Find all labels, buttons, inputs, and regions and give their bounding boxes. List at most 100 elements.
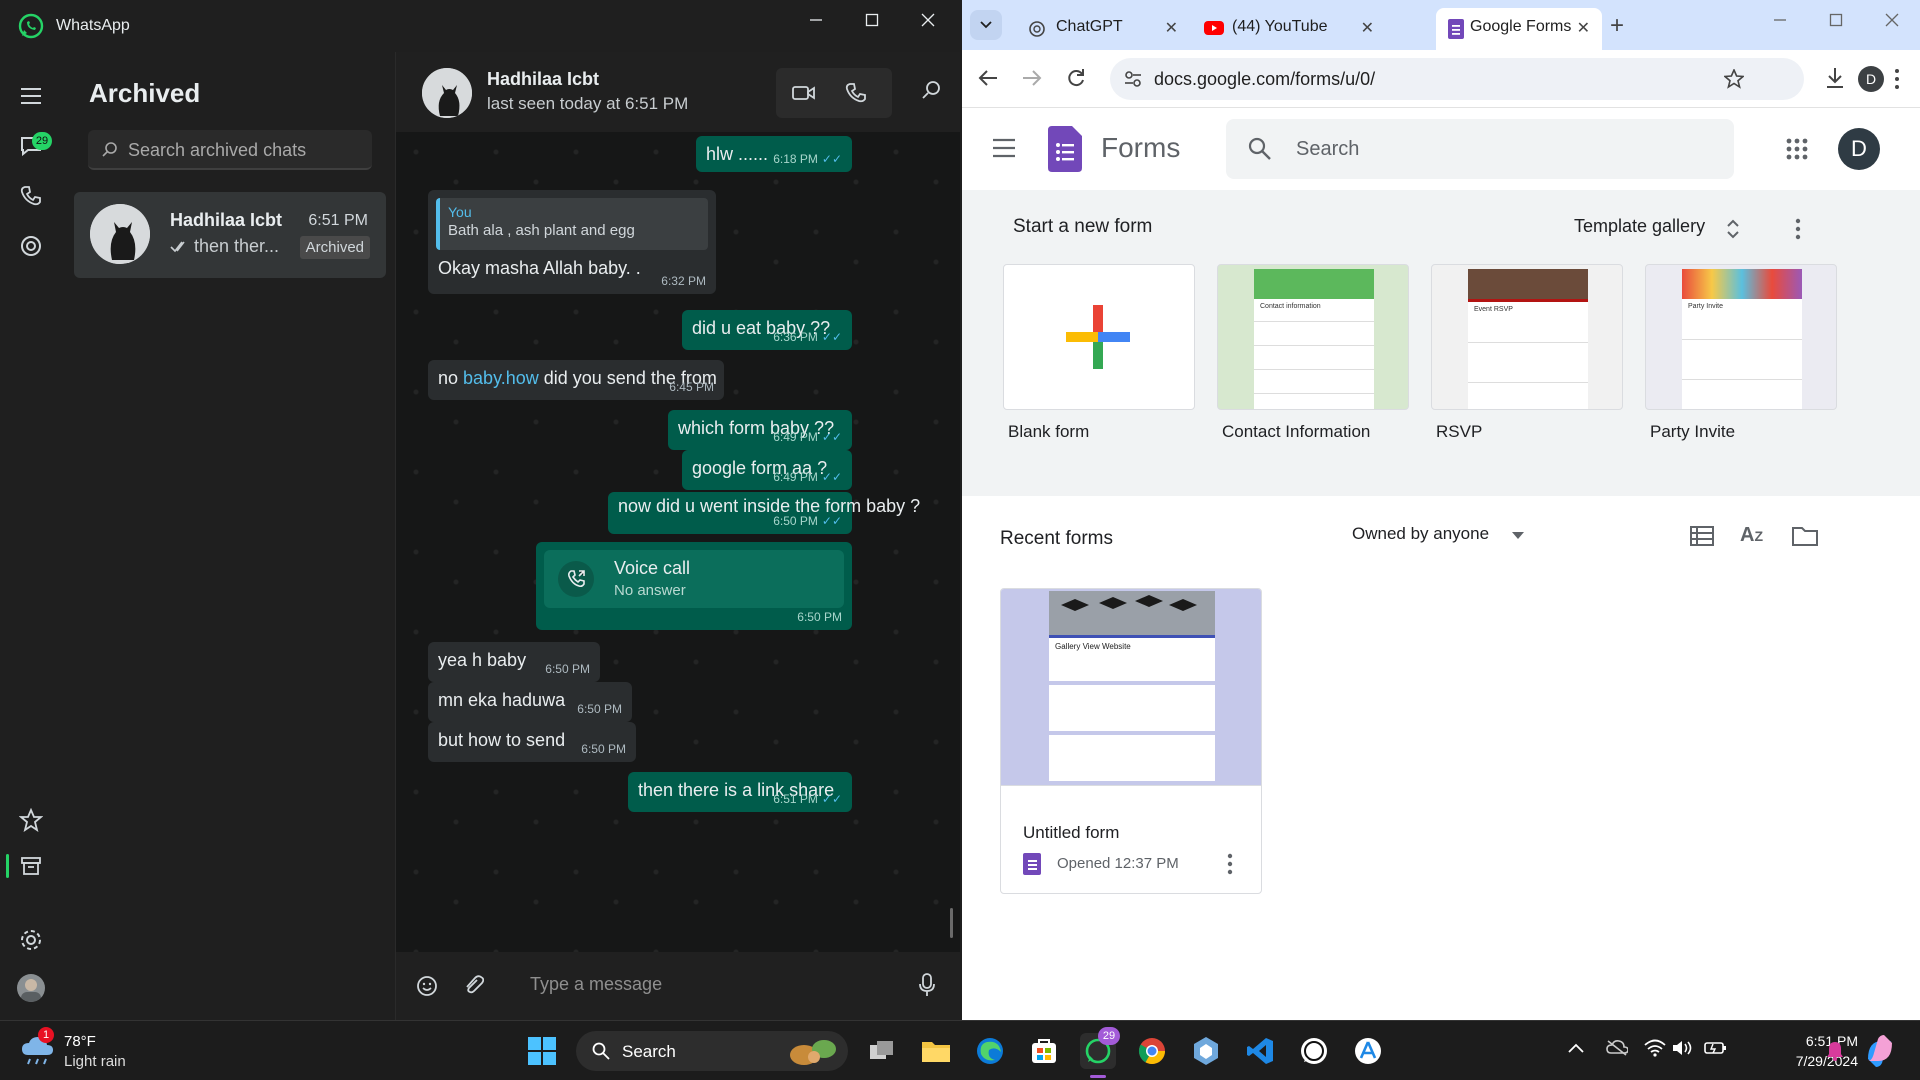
edge-icon[interactable] — [972, 1033, 1008, 1069]
hexagon-app-icon[interactable] — [1188, 1033, 1224, 1069]
whatsapp-web-icon[interactable] — [1296, 1033, 1332, 1069]
template-label: Contact Information — [1222, 422, 1371, 441]
tab-youtube[interactable]: (44) YouTube ✕ — [1190, 8, 1386, 50]
conversation-scrollbar[interactable] — [950, 908, 953, 938]
profile-avatar[interactable]: D — [1858, 66, 1884, 92]
reload-icon[interactable] — [1066, 68, 1086, 88]
vscode-icon[interactable] — [1242, 1033, 1278, 1069]
new-tab-button[interactable]: + — [1610, 12, 1624, 40]
folder-icon[interactable] — [1792, 526, 1818, 546]
close-button[interactable] — [1864, 0, 1920, 40]
tab-search-button[interactable] — [970, 10, 1002, 40]
close-tab-icon[interactable]: ✕ — [1361, 18, 1374, 38]
template-thumbnail: Event RSVP — [1468, 299, 1588, 409]
voice-call-icon[interactable] — [844, 81, 868, 105]
task-view-icon[interactable] — [864, 1033, 900, 1069]
unfold-icon[interactable] — [1726, 218, 1740, 240]
microphone-icon[interactable] — [918, 972, 936, 998]
sort-icon[interactable]: AZ — [1740, 524, 1763, 547]
party-invite-template[interactable]: Party Invite — [1645, 264, 1837, 410]
page-scrollbar-track[interactable] — [1904, 190, 1920, 496]
archive-icon[interactable] — [17, 852, 45, 880]
message-incoming[interactable]: no baby.how did you send the from 6:45 P… — [428, 360, 724, 400]
maximize-button[interactable] — [1808, 0, 1864, 40]
minimize-button[interactable] — [788, 0, 844, 40]
message-outgoing[interactable]: which form baby ?? 6:49 PM ✓✓ — [668, 410, 852, 450]
message-link[interactable]: baby.how — [463, 368, 539, 388]
taskbar-search-input[interactable]: Search — [576, 1031, 848, 1071]
attach-icon[interactable] — [462, 974, 484, 998]
battery-icon[interactable] — [1704, 1039, 1728, 1057]
menu-icon[interactable] — [17, 82, 45, 110]
site-info-icon[interactable] — [1124, 70, 1142, 88]
main-menu-icon[interactable] — [992, 138, 1016, 158]
contact-information-template[interactable]: Contact information — [1217, 264, 1409, 410]
more-options-icon[interactable] — [1795, 218, 1801, 240]
profile-avatar[interactable] — [17, 974, 45, 1002]
close-tab-icon[interactable]: ✕ — [1577, 18, 1590, 38]
apps-grid-icon[interactable] — [1786, 138, 1808, 160]
download-icon[interactable] — [1824, 66, 1846, 90]
tab-chatgpt[interactable]: ChatGPT ✕ — [1014, 8, 1190, 50]
starred-messages-icon[interactable] — [17, 806, 45, 834]
search-messages-icon[interactable] — [922, 80, 942, 100]
copilot-icon[interactable] — [1864, 1035, 1896, 1067]
minimize-button[interactable] — [1752, 0, 1808, 40]
maximize-button[interactable] — [844, 0, 900, 40]
message-outgoing[interactable]: did u eat baby ?? 6:36 PM ✓✓ — [682, 310, 852, 350]
tab-google-forms[interactable]: Google Forms ✕ — [1436, 8, 1602, 50]
list-view-icon[interactable] — [1690, 526, 1714, 546]
search-placeholder: Search archived chats — [128, 140, 307, 160]
call-status: No answer — [614, 582, 686, 599]
message-outgoing[interactable]: now did u went inside the form baby ? 6:… — [608, 492, 920, 534]
account-avatar[interactable]: D — [1838, 128, 1880, 170]
blank-form-template[interactable] — [1003, 264, 1195, 410]
search-icon — [592, 1042, 610, 1060]
microsoft-store-icon[interactable] — [1026, 1033, 1062, 1069]
form-more-options-icon[interactable] — [1227, 853, 1233, 875]
more-menu-icon[interactable] — [1894, 68, 1900, 90]
message-time: 6:45 PM — [669, 380, 714, 394]
call-card[interactable]: Voice call No answer — [544, 550, 844, 608]
volume-icon[interactable] — [1672, 1039, 1694, 1057]
owner-filter-dropdown[interactable]: Owned by anyone — [1352, 524, 1489, 544]
calls-icon[interactable] — [17, 182, 45, 210]
voice-call-message[interactable]: Voice call No answer 6:50 PM — [536, 542, 852, 630]
conversation-header[interactable]: Hadhilaa Icbt last seen today at 6:51 PM — [396, 52, 960, 132]
rsvp-template[interactable]: Event RSVP — [1431, 264, 1623, 410]
message-outgoing[interactable]: google form aa ? 6:49 PM ✓✓ — [682, 450, 852, 490]
app-installer-icon[interactable] — [1350, 1033, 1386, 1069]
quoted-reply[interactable]: You Bath ala , ash plant and egg — [436, 198, 708, 250]
forward-icon[interactable] — [1022, 69, 1042, 87]
close-button[interactable] — [900, 0, 956, 40]
message-outgoing[interactable]: hlw ...... 6:18 PM ✓✓ — [696, 136, 852, 172]
back-icon[interactable] — [978, 69, 998, 87]
message-incoming[interactable]: You Bath ala , ash plant and egg Okay ma… — [428, 190, 716, 294]
message-input[interactable]: Type a message — [530, 974, 662, 995]
file-explorer-icon[interactable] — [918, 1033, 954, 1069]
show-hidden-icons-icon[interactable] — [1568, 1043, 1584, 1053]
dropdown-arrow-icon[interactable] — [1512, 532, 1524, 540]
settings-icon[interactable] — [17, 926, 45, 954]
address-bar[interactable]: docs.google.com/forms/u/0/ — [1110, 58, 1804, 100]
chrome-icon[interactable] — [1134, 1033, 1170, 1069]
message-outgoing[interactable]: then there is a link share 6:51 PM ✓✓ — [628, 772, 852, 812]
message-incoming[interactable]: mn eka haduwa 6:50 PM — [428, 682, 632, 722]
windows-start-icon[interactable] — [528, 1037, 556, 1065]
close-tab-icon[interactable]: ✕ — [1165, 18, 1178, 38]
emoji-icon[interactable] — [416, 975, 438, 997]
wifi-icon[interactable] — [1644, 1039, 1666, 1057]
recent-form-card[interactable]: Gallery View Website Untitled form Opene… — [1000, 588, 1262, 894]
template-gallery-button[interactable]: Template gallery — [1574, 216, 1705, 237]
search-archived-input[interactable]: Search archived chats — [88, 130, 372, 170]
forms-search-input[interactable]: Search — [1226, 119, 1734, 179]
message-incoming[interactable]: but how to send 6:50 PM — [428, 722, 636, 762]
status-icon[interactable] — [17, 232, 45, 260]
bookmark-star-icon[interactable] — [1724, 69, 1744, 89]
message-incoming[interactable]: yea h baby 6:50 PM — [428, 642, 600, 682]
video-call-icon[interactable] — [792, 82, 816, 104]
onedrive-icon[interactable] — [1606, 1039, 1628, 1057]
message-time: 6:49 PM ✓✓ — [773, 430, 842, 444]
chat-list-item[interactable]: Hadhilaa Icbt 6:51 PM then ther... Archi… — [74, 192, 386, 278]
notification-bell-icon[interactable] — [1826, 1041, 1844, 1061]
